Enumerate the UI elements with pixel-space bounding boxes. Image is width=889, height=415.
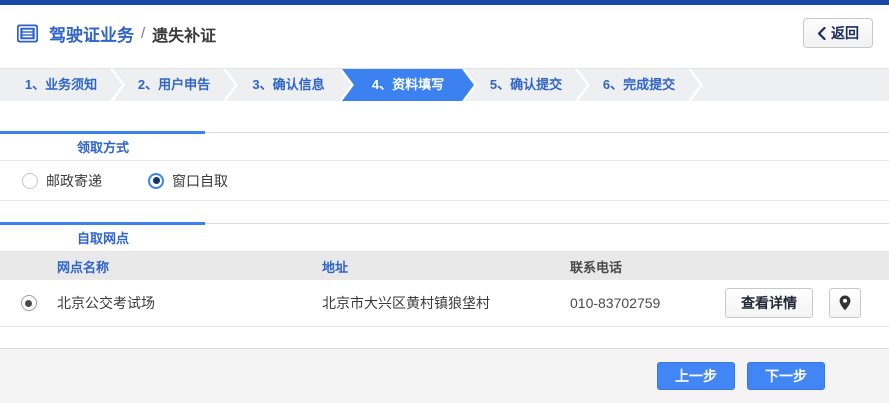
- page-title: 驾驶证业务: [49, 26, 134, 45]
- option-window-pickup-label: 窗口自取: [172, 172, 228, 189]
- step-6-finish-submit[interactable]: 6、完成提交: [578, 69, 700, 101]
- option-postal-delivery[interactable]: 邮政寄递: [22, 171, 102, 191]
- pickup-method-header: 领取方式: [0, 131, 889, 161]
- breadcrumb-current: 遗失补证: [152, 27, 217, 45]
- section-accent-bar: [0, 222, 205, 225]
- steps-filler: [691, 69, 889, 101]
- chevron-left-icon: [817, 26, 826, 40]
- next-step-button[interactable]: 下一步: [747, 362, 825, 390]
- previous-step-button[interactable]: 上一步: [657, 362, 735, 390]
- pickup-site-section: 自取网点 网点名称 地址 联系电话 北京公交考试场 北京市大兴区黄村镇狼垡村 0…: [0, 222, 889, 327]
- column-header-site-name: 网点名称: [57, 259, 110, 275]
- option-window-pickup[interactable]: 窗口自取: [148, 171, 228, 191]
- radio-window-pickup-selected[interactable]: [148, 172, 164, 189]
- document-list-icon: [16, 22, 39, 45]
- pickup-method-title: 领取方式: [77, 140, 130, 155]
- back-button-label: 返回: [831, 25, 859, 41]
- pickup-method-options: 邮政寄递 窗口自取: [0, 161, 889, 201]
- progress-steps: 1、业务须知 2、用户申告 3、确认信息 4、资料填写 5、确认提交 6、完成提…: [0, 68, 889, 101]
- step-5-confirm-submit[interactable]: 5、确认提交: [465, 69, 587, 101]
- pickup-method-section: 领取方式 邮政寄递 窗口自取: [0, 131, 889, 201]
- step-4-fill-materials[interactable]: 4、资料填写: [342, 69, 474, 101]
- section-accent-bar: [0, 131, 205, 134]
- site-address-cell: 北京市大兴区黄村镇狼垡村: [322, 295, 490, 311]
- step-3-confirm-info[interactable]: 3、确认信息: [226, 69, 351, 101]
- site-table-header: 网点名称 地址 联系电话: [0, 252, 889, 280]
- column-header-phone: 联系电话: [570, 259, 623, 275]
- page-header: 驾驶证业务 / 遗失补证 返回: [0, 5, 889, 62]
- wizard-footer: 上一步 下一步: [0, 348, 889, 403]
- table-row[interactable]: 北京公交考试场 北京市大兴区黄村镇狼垡村 010-83702759 查看详情: [0, 280, 889, 327]
- step-2-user-declaration[interactable]: 2、用户申告: [113, 69, 235, 101]
- option-postal-delivery-label: 邮政寄递: [46, 172, 102, 189]
- column-header-address: 地址: [322, 259, 349, 275]
- radio-site-selected[interactable]: [20, 295, 37, 311]
- site-phone-cell: 010-83702759: [570, 295, 661, 311]
- view-details-button[interactable]: 查看详情: [725, 288, 813, 318]
- step-1-business-notice[interactable]: 1、业务须知: [0, 69, 122, 101]
- breadcrumb-separator: /: [141, 25, 146, 42]
- pickup-site-title: 自取网点: [77, 231, 130, 246]
- map-location-button[interactable]: [829, 288, 861, 318]
- pickup-site-header: 自取网点: [0, 222, 889, 252]
- back-button[interactable]: 返回: [803, 18, 873, 48]
- location-pin-icon: [839, 295, 851, 311]
- radio-postal-delivery[interactable]: [22, 172, 38, 189]
- site-name-cell: 北京公交考试场: [57, 295, 155, 311]
